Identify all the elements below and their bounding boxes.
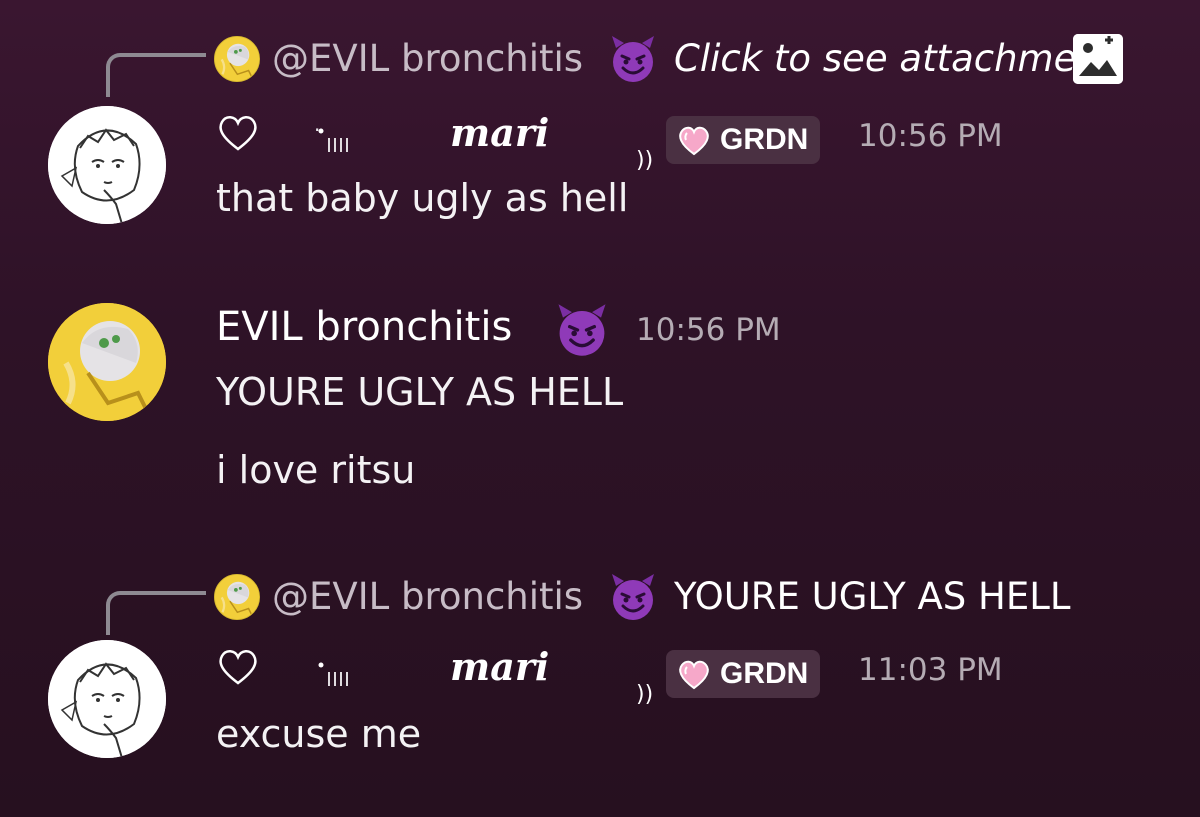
pink-heart-icon	[679, 660, 709, 689]
message-text: that baby ugly as hell	[216, 176, 629, 220]
heart-outline-icon	[219, 116, 257, 151]
signal-bars-icon	[318, 128, 348, 152]
guild-tag[interactable]: GRDN	[666, 116, 821, 164]
author-name[interactable]: mari	[450, 644, 549, 689]
reply-username[interactable]: @EVIL bronchitis	[272, 575, 583, 619]
message-line: YOURE UGLY AS HELL	[216, 370, 624, 414]
reply-avatar[interactable]	[214, 36, 260, 82]
avatar[interactable]	[48, 106, 166, 224]
reply-connector	[106, 53, 206, 97]
smiling-devil-icon	[610, 572, 656, 622]
timestamp: 11:03 PM	[858, 652, 1003, 688]
reply-avatar[interactable]	[214, 574, 260, 620]
heart-outline-icon	[219, 650, 257, 685]
avatar[interactable]	[48, 303, 166, 421]
guild-tag[interactable]: GRDN	[666, 650, 821, 698]
reply-snippet[interactable]: Click to see attachme	[674, 37, 1076, 81]
message-text: excuse me	[216, 712, 422, 756]
reply-username[interactable]: @EVIL bronchitis	[272, 37, 583, 81]
reply-snippet[interactable]: YOURE UGLY AS HELL	[674, 575, 1070, 619]
timestamp: 10:56 PM	[636, 312, 781, 348]
author-name[interactable]: mari	[450, 110, 549, 155]
author-suffix: ))	[636, 682, 654, 707]
author-name[interactable]: EVIL bronchitis	[216, 304, 512, 350]
pink-heart-icon	[679, 126, 709, 155]
tag-label: GRDN	[720, 123, 809, 156]
smiling-devil-icon	[610, 34, 656, 84]
avatar[interactable]	[48, 640, 166, 758]
author-suffix: ))	[636, 148, 654, 173]
signal-bars-icon	[318, 662, 348, 686]
timestamp: 10:56 PM	[858, 118, 1003, 154]
smiling-devil-icon	[556, 302, 608, 358]
tag-label: GRDN	[720, 657, 809, 690]
image-icon	[1073, 34, 1123, 84]
reply-connector	[106, 591, 206, 635]
message-line: i love ritsu	[216, 448, 416, 492]
